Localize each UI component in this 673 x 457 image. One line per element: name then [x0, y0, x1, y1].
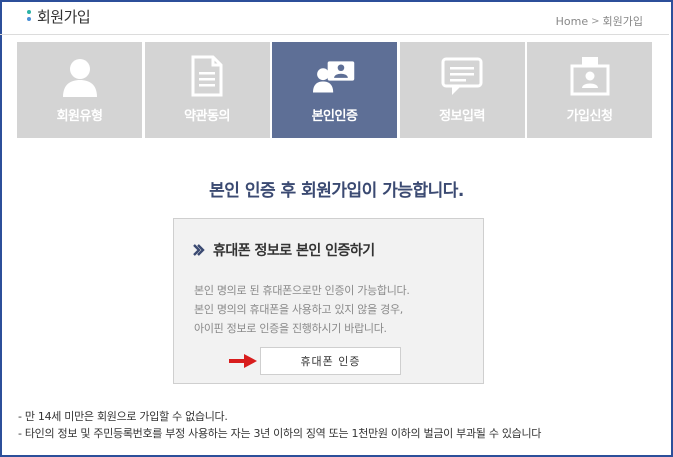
phone-verification-button[interactable]: 휴대폰 인증 — [260, 347, 401, 375]
step-identity-verification: 본인인증 — [272, 42, 397, 138]
step-terms: 약관동의 — [144, 42, 270, 138]
notices: - 만 14세 미만은 회원으로 가입할 수 없습니다. - 타인의 정보 및 … — [18, 408, 541, 442]
phone-verification-box: 휴대폰 정보로 본인 인증하기 본인 명의로 된 휴대폰으로만 인증이 가능합니… — [173, 218, 484, 384]
verification-required-message: 본인 인증 후 회원가입이 가능합니다. — [209, 181, 464, 201]
document-icon — [185, 54, 229, 98]
red-arrow-icon — [229, 353, 257, 372]
step-label: 약관동의 — [184, 109, 230, 124]
header-divider — [0, 34, 669, 35]
message-form-icon — [440, 54, 484, 98]
user-icon — [58, 54, 102, 98]
description-line: 본인 명의로 된 휴대폰으로만 인증이 가능합니다. — [194, 284, 410, 297]
description-line: 본인 명의의 휴대폰을 사용하고 있지 않을 경우, — [194, 303, 403, 316]
signup-steps: 회원유형 약관동의 본인인증 정보입력 가입신청 — [17, 42, 652, 138]
breadcrumb-home[interactable]: Home — [556, 15, 588, 28]
box-description: 본인 명의로 된 휴대폰으로만 인증이 가능합니다. 본인 명의의 휴대폰을 사… — [194, 281, 410, 338]
breadcrumb-separator: > — [591, 15, 600, 27]
step-member-type: 회원유형 — [17, 42, 142, 138]
double-chevron-icon — [193, 241, 205, 260]
id-card-person-icon — [312, 54, 357, 98]
notice-line: - 타인의 정보 및 주민등록번호를 부정 사용하는 자는 3년 이하의 징역 … — [18, 427, 542, 440]
notice-line: - 만 14세 미만은 회원으로 가입할 수 없습니다. — [18, 410, 228, 423]
step-label: 가입신청 — [566, 109, 613, 124]
step-label: 정보입력 — [439, 109, 485, 124]
box-header: 휴대폰 정보로 본인 인증하기 — [193, 240, 375, 260]
step-label: 회원유형 — [56, 109, 103, 124]
step-application: 가입신청 — [527, 42, 652, 138]
page-title-wrap: 회원가입 — [26, 5, 91, 27]
step-label: 본인인증 — [311, 109, 358, 124]
page-header: 회원가입 Home > 회원가입 — [0, 0, 669, 38]
title-bullet-icon — [26, 8, 32, 24]
page-title: 회원가입 — [37, 7, 91, 26]
description-line: 아이핀 정보로 인증을 진행하시기 바랍니다. — [194, 322, 387, 335]
breadcrumb: Home > 회원가입 — [556, 13, 643, 29]
registration-card-icon — [568, 54, 612, 98]
step-info-input: 정보입력 — [399, 42, 525, 138]
breadcrumb-current: 회원가입 — [602, 15, 643, 28]
box-title: 휴대폰 정보로 본인 인증하기 — [213, 243, 375, 259]
